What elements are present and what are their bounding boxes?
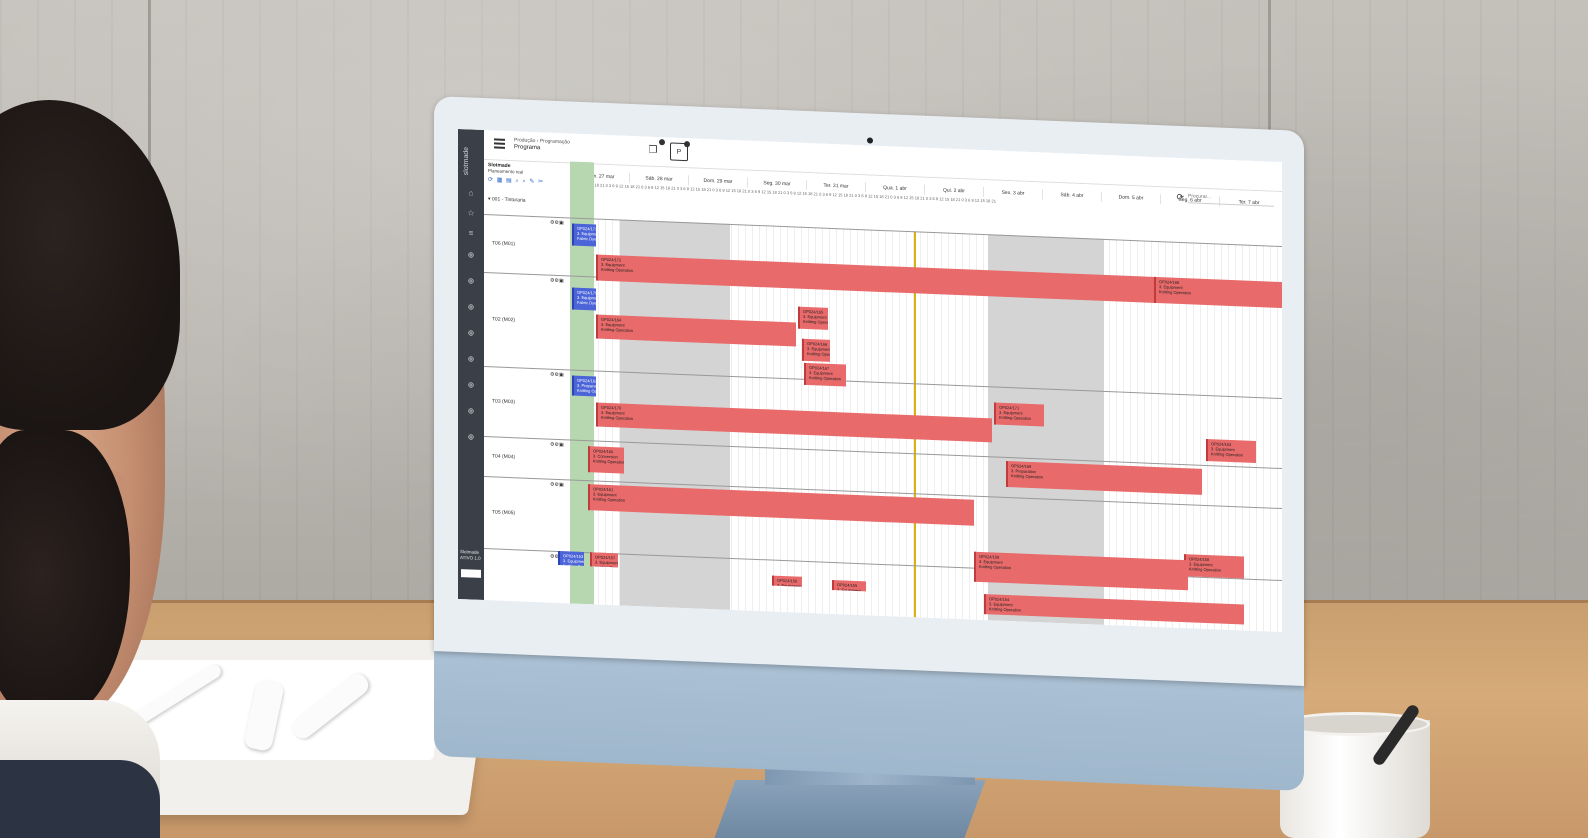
resource-label[interactable]: T05 (M05) [492, 509, 515, 516]
job-text: Knitting Operation [1189, 566, 1222, 573]
row-tools-icon[interactable]: ⚙⚙▣ [550, 372, 564, 379]
app-sidebar: slotmade ⌂ ☆ ≡ ⊕ ⊕ ⊕ ⊕ ⊕ ⊕ ⊕ ⊕ Slotmade … [458, 128, 484, 601]
person-jacket [0, 760, 160, 838]
nav-circle-icon[interactable]: ⊕ [465, 301, 477, 313]
resource-label[interactable]: T04 (M04) [492, 453, 515, 460]
job-bar[interactable]: OP024/166 3. Equipment Knitting Operation [802, 338, 830, 362]
nav-circle-icon[interactable]: ⊕ [465, 353, 477, 365]
row-tools-icon[interactable]: ⚙⚙▣ [550, 482, 564, 489]
copy-icon[interactable]: ❐ [644, 139, 665, 160]
row-tools-icon[interactable]: ⚙⚙▣ [550, 278, 564, 285]
job-bar[interactable]: OP024/163 3. Equipment Knitting Operation [1206, 439, 1256, 464]
p-toggle-button[interactable]: P [670, 141, 690, 162]
screen: slotmade ⌂ ☆ ≡ ⊕ ⊕ ⊕ ⊕ ⊕ ⊕ ⊕ ⊕ Slotmade … [458, 128, 1282, 633]
job-bar[interactable]: OP024/1573. EquipmentKnitting Operation [590, 552, 618, 568]
job-text: Knitting Operation [803, 318, 828, 326]
resource-group[interactable]: ▾ 001 - Tinturaria [488, 196, 526, 204]
job-text: Knitting Operation [1211, 451, 1244, 458]
job-bar[interactable]: OP024/1553. EquipmentKnitting Operation [832, 579, 866, 592]
resource-label[interactable]: T06 (M01) [492, 240, 515, 247]
notification-badge [659, 139, 665, 146]
job-text: Fabric Dye and Toning [577, 235, 596, 243]
star-icon[interactable]: ☆ [465, 207, 477, 219]
nav-circle-icon[interactable]: ⊕ [465, 379, 477, 391]
planner-toolbar[interactable]: ⟳ ▦ ▤ ⌕ ⌕ ✎ ✂ [488, 176, 544, 186]
job-text: Knitting Operation [593, 458, 624, 465]
gantt-grid: T06 (M01) ⚙⚙▣ T02 (M02) ⚙⚙▣ T03 (M03) ⚙⚙▣ T04 … [484, 161, 1282, 632]
brand-logo: slotmade [463, 146, 470, 176]
job-bar[interactable]: OP024/160 3. Conversion Knitting Operation [588, 446, 624, 474]
job-bar[interactable]: OP024/162 3. Preparation Knitting Operatio… [572, 375, 596, 397]
nav-circle-icon[interactable]: ⊕ [465, 431, 477, 443]
job-bar[interactable]: OP024/1533. EquipmentKnitting Operation [558, 550, 584, 567]
webcam [867, 137, 873, 144]
monitor: slotmade ⌂ ☆ ≡ ⊕ ⊕ ⊕ ⊕ ⊕ ⊕ ⊕ ⊕ Slotmade … [434, 96, 1304, 791]
nav-circle-icon[interactable]: ⊕ [465, 327, 477, 339]
notification-badge [684, 141, 690, 148]
job-bar[interactable]: OP024/158 3. Equipment Knitting Operation [1184, 554, 1244, 579]
nav-circle-icon[interactable]: ⊕ [465, 275, 477, 287]
job-text: Knitting Operation [577, 387, 596, 395]
nav-circle-icon[interactable]: ⊕ [465, 249, 477, 261]
job-bar[interactable]: OP024/168 3. Equipment Knitting Operation [1154, 276, 1282, 309]
refresh-icon[interactable]: ⟳ [1176, 192, 1184, 203]
job-bar[interactable]: OP024/165 3. Equipment Knitting Operation [798, 306, 828, 330]
job-text: Fabric Dye and Toning [577, 299, 596, 307]
nav-circle-icon[interactable]: ⊕ [465, 405, 477, 417]
resource-label[interactable]: T02 (M02) [492, 316, 515, 323]
resource-label[interactable]: T03 (M03) [492, 398, 515, 405]
list-icon[interactable]: ≡ [465, 227, 477, 239]
home-icon[interactable]: ⌂ [465, 187, 477, 199]
sidebar-footer: Slotmade ATIVO 1.0 [460, 549, 481, 561]
job-bar[interactable]: OP024/1563. EquipmentKnitting Operation [772, 575, 802, 587]
monitor-stand-foot [714, 780, 986, 838]
job-text: 3. Equipment [837, 587, 861, 592]
job-text: Knitting Operation [999, 414, 1032, 421]
page-title: Programa [514, 144, 541, 152]
version-badge [461, 569, 481, 578]
menu-icon[interactable] [494, 138, 505, 149]
row-tools-icon[interactable]: ⚙⚙▣ [550, 442, 564, 449]
job-bar[interactable]: OP024/1753. EquipmentFabric Dye and Toni… [572, 287, 596, 311]
job-bar[interactable]: OP024/1733. EquipmentFabric Dye and Toni… [572, 223, 596, 247]
row-divider [484, 366, 1282, 400]
view-subtitle: Planeamento real [488, 168, 524, 175]
row-tools-icon[interactable]: ⚙⚙▣ [550, 220, 564, 227]
job-text: Knitting Operation [809, 375, 842, 382]
job-bar[interactable]: OP024/167 3. Equipment Knitting Operation [804, 362, 846, 387]
job-text: Knitting Operation [807, 350, 830, 358]
job-bar[interactable]: OP024/171 3. Equipment Knitting Operation [994, 402, 1044, 427]
